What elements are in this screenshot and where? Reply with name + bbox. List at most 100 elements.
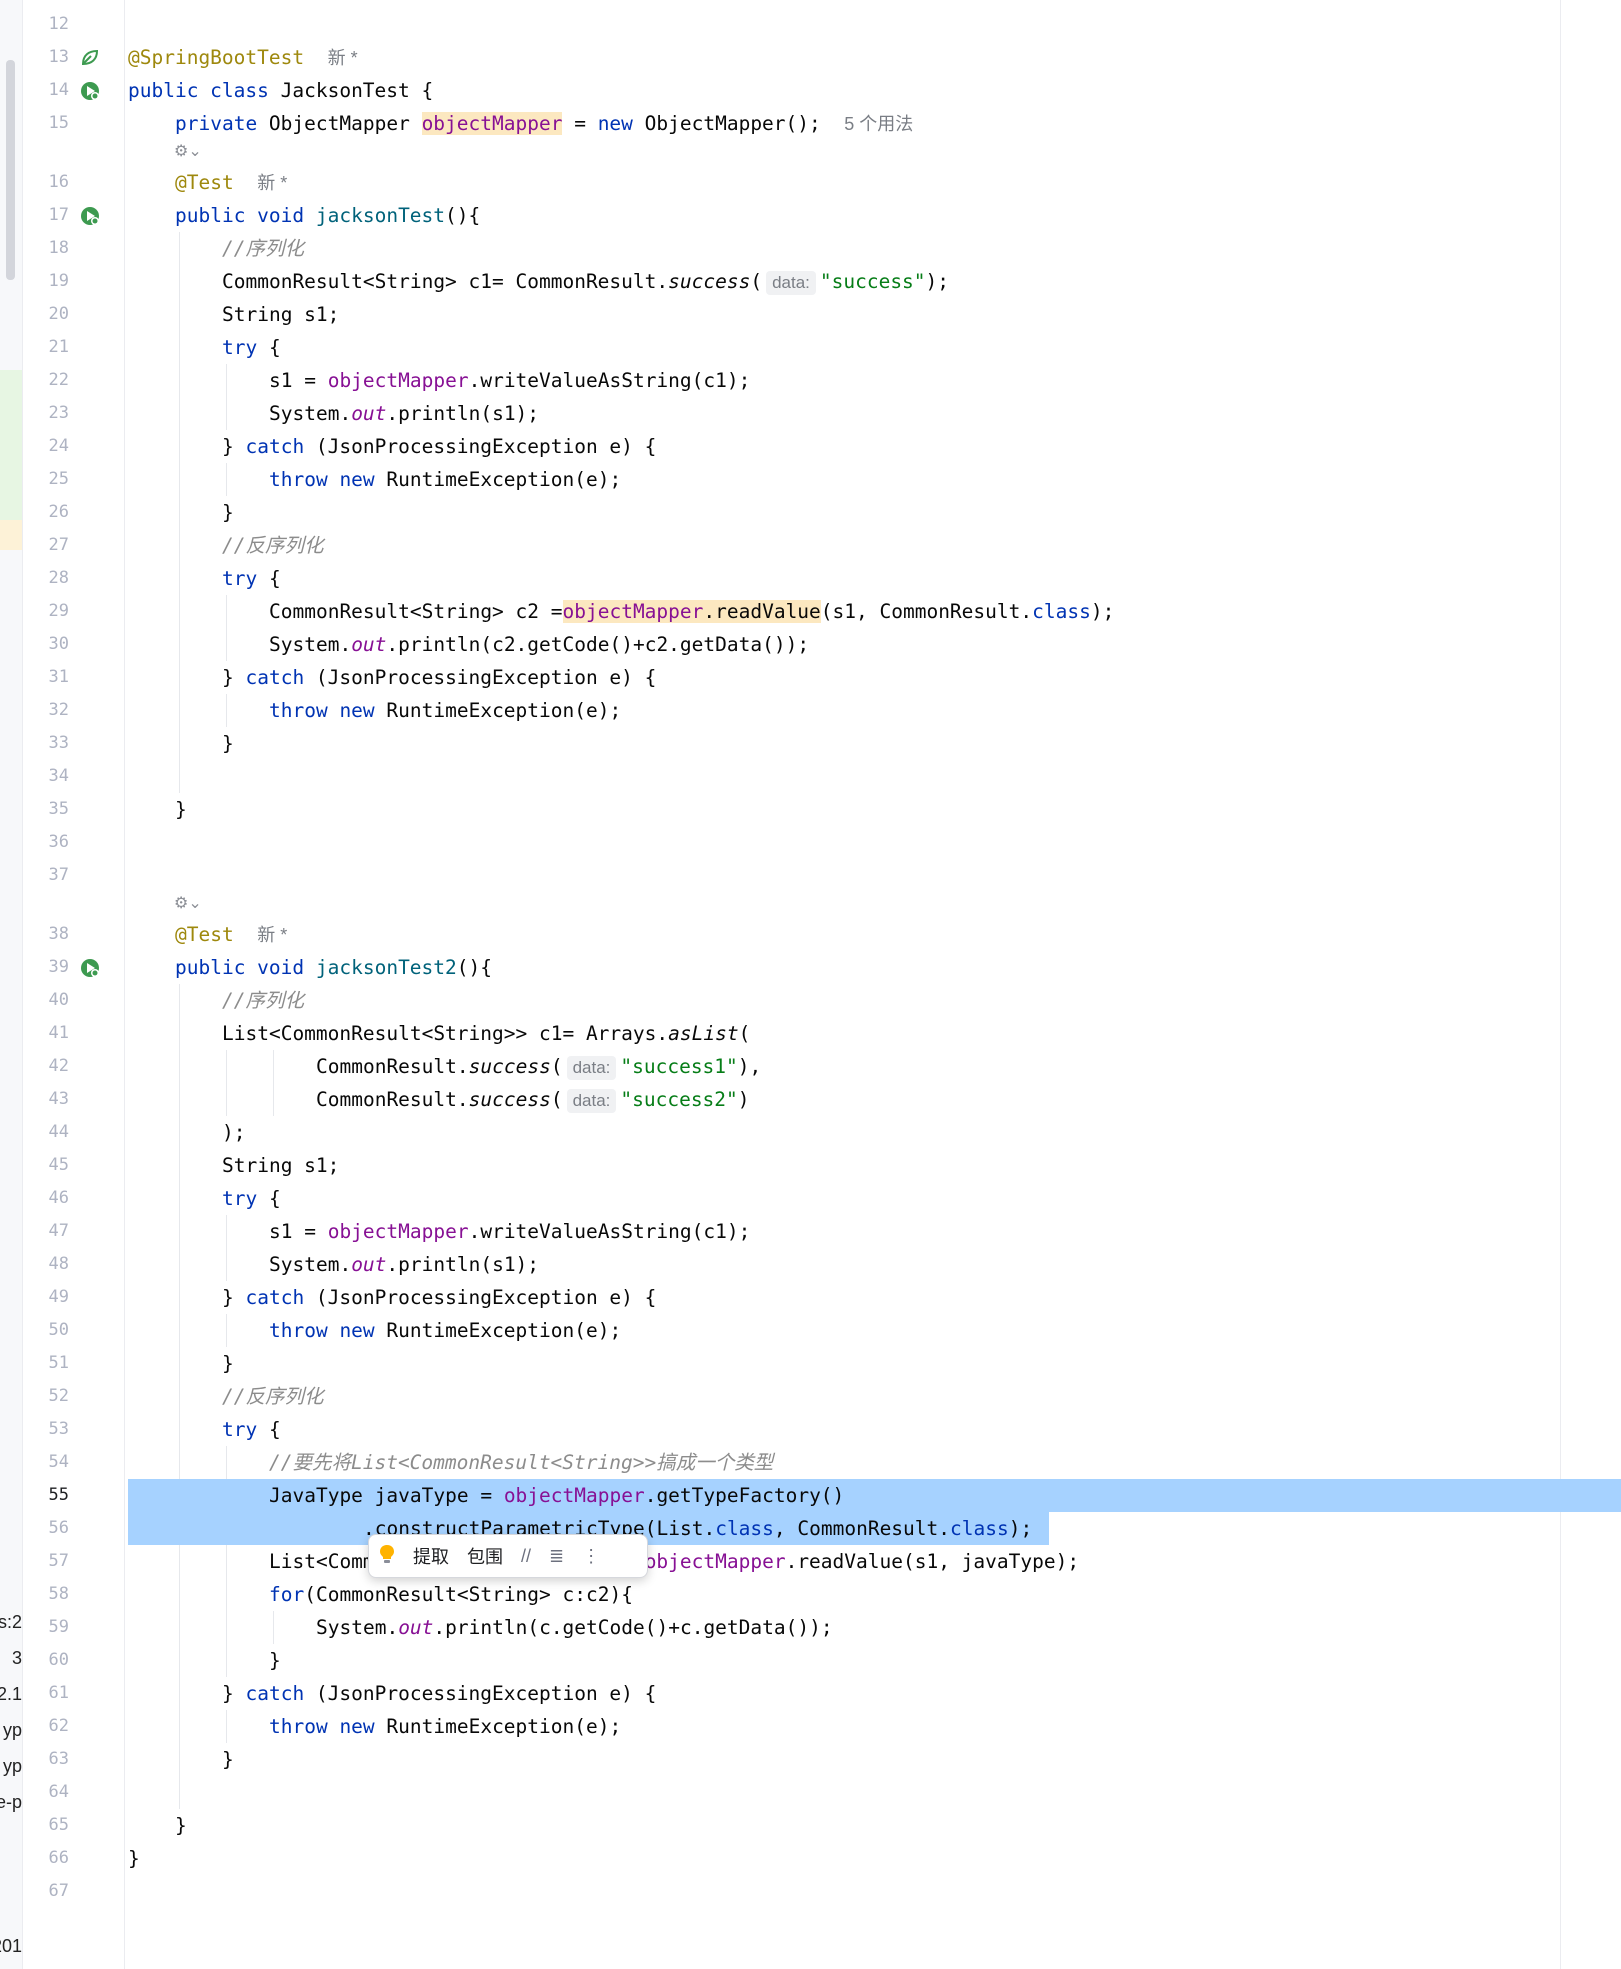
code-line[interactable]: 49} catch (JsonProcessingException e) { (0, 1281, 1621, 1314)
code-text: } catch (JsonProcessingException e) { (222, 666, 657, 689)
code-line[interactable]: 64 (0, 1776, 1621, 1809)
code-line[interactable]: 27 //反序列化 (0, 529, 1621, 562)
code-line[interactable]: 14 public class JacksonTest { (0, 74, 1621, 107)
code-line[interactable]: 50 throw new RuntimeException(e); (0, 1314, 1621, 1347)
code-text: } (222, 1352, 234, 1375)
run-test-icon[interactable] (79, 80, 101, 102)
code-line[interactable]: 42 CommonResult.success(data: "success1"), (0, 1050, 1621, 1083)
code-line[interactable]: 56 .constructParametricType(List.class, C… (0, 1512, 1621, 1545)
code-text: //要先将List<CommonResult<String>>搞成一个类型 (269, 1451, 774, 1474)
code-line[interactable]: 18 //序列化 (0, 232, 1621, 265)
line-number: 63 (48, 1749, 69, 1769)
code-line[interactable]: 35} (0, 793, 1621, 826)
line-number: 50 (48, 1320, 69, 1340)
code-line[interactable]: 38 @Test 新 * (0, 918, 1621, 951)
code-text: CommonResult.success(data: "success1"), (316, 1055, 762, 1080)
line-number: 52 (48, 1386, 69, 1406)
code-line[interactable]: 29 CommonResult<String> c2 =objectMapper.… (0, 595, 1621, 628)
code-line[interactable]: 32 throw new RuntimeException(e); (0, 694, 1621, 727)
code-line[interactable]: 58 for(CommonResult<String> c:c2){ (0, 1578, 1621, 1611)
line-number: 14 (48, 80, 69, 100)
code-line[interactable]: 43 CommonResult.success(data: "success2") (0, 1083, 1621, 1116)
code-line[interactable]: 51} (0, 1347, 1621, 1380)
code-line[interactable]: 65} (0, 1809, 1621, 1842)
code-line[interactable]: 37 (0, 859, 1621, 892)
line-number: 49 (48, 1287, 69, 1307)
code-vision-inlay[interactable]: ⚙⌄ (174, 892, 202, 914)
spring-bean-icon[interactable] (79, 47, 101, 69)
line-number: 17 (48, 205, 69, 225)
code-line[interactable]: 19 CommonResult<String> c1= CommonResult.… (0, 265, 1621, 298)
code-line[interactable]: 66} (0, 1842, 1621, 1875)
comment-icon[interactable]: // (521, 1546, 531, 1567)
more-options-icon[interactable]: ⋮ (582, 1546, 600, 1567)
code-line[interactable]: 67 (0, 1875, 1621, 1908)
code-line[interactable]: 25 throw new RuntimeException(e); (0, 463, 1621, 496)
code-text: private ObjectMapper objectMapper = new … (175, 112, 914, 135)
code-line[interactable]: 17 public void jacksonTest(){ (0, 199, 1621, 232)
code-line[interactable]: 63} (0, 1743, 1621, 1776)
format-icon[interactable]: ≣ (549, 1546, 564, 1567)
code-line[interactable]: 26} (0, 496, 1621, 529)
line-number: 61 (48, 1683, 69, 1703)
code-line[interactable]: 20 String s1; (0, 298, 1621, 331)
code-text: public class JacksonTest { (128, 79, 434, 102)
line-number: 46 (48, 1188, 69, 1208)
code-text: } catch (JsonProcessingException e) { (222, 1682, 657, 1705)
code-line[interactable]: 54 //要先将List<CommonResult<String>>搞成一个类型 (0, 1446, 1621, 1479)
code-line[interactable]: 23 System.out.println(s1); (0, 397, 1621, 430)
surround-button[interactable]: 包围 (467, 1543, 503, 1569)
floating-code-toolbar: 提取 包围 // ≣ ⋮ (368, 1534, 648, 1578)
code-line[interactable]: 13 @SpringBootTest 新 * (0, 41, 1621, 74)
line-number: 36 (48, 832, 69, 852)
code-line[interactable]: 62 throw new RuntimeException(e); (0, 1710, 1621, 1743)
code-line[interactable]: 39 public void jacksonTest2(){ (0, 951, 1621, 984)
code-text: throw new RuntimeException(e); (269, 1319, 622, 1342)
code-line[interactable]: 28 try { (0, 562, 1621, 595)
run-test-icon[interactable] (79, 957, 101, 979)
line-number: 37 (48, 865, 69, 885)
code-text: } (269, 1649, 281, 1672)
code-line[interactable]: 15 private ObjectMapper objectMapper = ne… (0, 107, 1621, 140)
code-line[interactable]: 36 (0, 826, 1621, 859)
code-line[interactable]: 33} (0, 727, 1621, 760)
run-test-icon[interactable] (79, 205, 101, 227)
lightbulb-icon[interactable] (379, 1544, 395, 1569)
code-line[interactable]: 34 (0, 760, 1621, 793)
line-number: 35 (48, 799, 69, 819)
code-line[interactable]: 45 String s1; (0, 1149, 1621, 1182)
code-line[interactable]: 12 (0, 8, 1621, 41)
line-number: 39 (48, 957, 69, 977)
code-line[interactable]: 44); (0, 1116, 1621, 1149)
line-number: 19 (48, 271, 69, 291)
line-number: 16 (48, 172, 69, 192)
code-line[interactable]: 16 @Test 新 * (0, 166, 1621, 199)
code-line[interactable]: 21 try { (0, 331, 1621, 364)
line-number: 34 (48, 766, 69, 786)
code-line[interactable]: 48 System.out.println(s1); (0, 1248, 1621, 1281)
code-line[interactable]: 57List<CommonResult<String>> c2 = object… (0, 1545, 1621, 1578)
code-text: s1 = objectMapper.writeValueAsString(c1)… (269, 1220, 751, 1243)
code-line[interactable]: 53 try { (0, 1413, 1621, 1446)
code-line[interactable]: 40 //序列化 (0, 984, 1621, 1017)
line-number: 29 (48, 601, 69, 621)
code-line[interactable]: 41 List<CommonResult<String>> c1= Arrays.… (0, 1017, 1621, 1050)
extract-button[interactable]: 提取 (413, 1543, 449, 1569)
line-number: 66 (48, 1848, 69, 1868)
code-line[interactable]: 24} catch (JsonProcessingException e) { (0, 430, 1621, 463)
code-line[interactable]: 52 //反序列化 (0, 1380, 1621, 1413)
code-editor[interactable]: 12 13 @SpringBootTest 新 * 14 public class Ja… (0, 0, 1621, 1969)
code-line[interactable]: 31} catch (JsonProcessingException e) { (0, 661, 1621, 694)
code-line[interactable]: 22 s1 = objectMapper.writeValueAsString(c… (0, 364, 1621, 397)
code-line[interactable]: 30 System.out.println(c2.getCode()+c2.get… (0, 628, 1621, 661)
code-line[interactable]: 47 s1 = objectMapper.writeValueAsString(c… (0, 1215, 1621, 1248)
code-text: //反序列化 (222, 1385, 324, 1408)
code-line[interactable]: 55 JavaType javaType = objectMapper.getTy… (0, 1479, 1621, 1512)
code-line[interactable]: 59 System.out.println(c.getCode()+c.getDa… (0, 1611, 1621, 1644)
line-number: 15 (48, 113, 69, 133)
code-line[interactable]: 60} (0, 1644, 1621, 1677)
code-text: try { (222, 567, 281, 590)
code-line[interactable]: 46 try { (0, 1182, 1621, 1215)
code-line[interactable]: 61 } catch (JsonProcessingException e) { (0, 1677, 1621, 1710)
code-vision-inlay[interactable]: ⚙⌄ (174, 140, 202, 162)
